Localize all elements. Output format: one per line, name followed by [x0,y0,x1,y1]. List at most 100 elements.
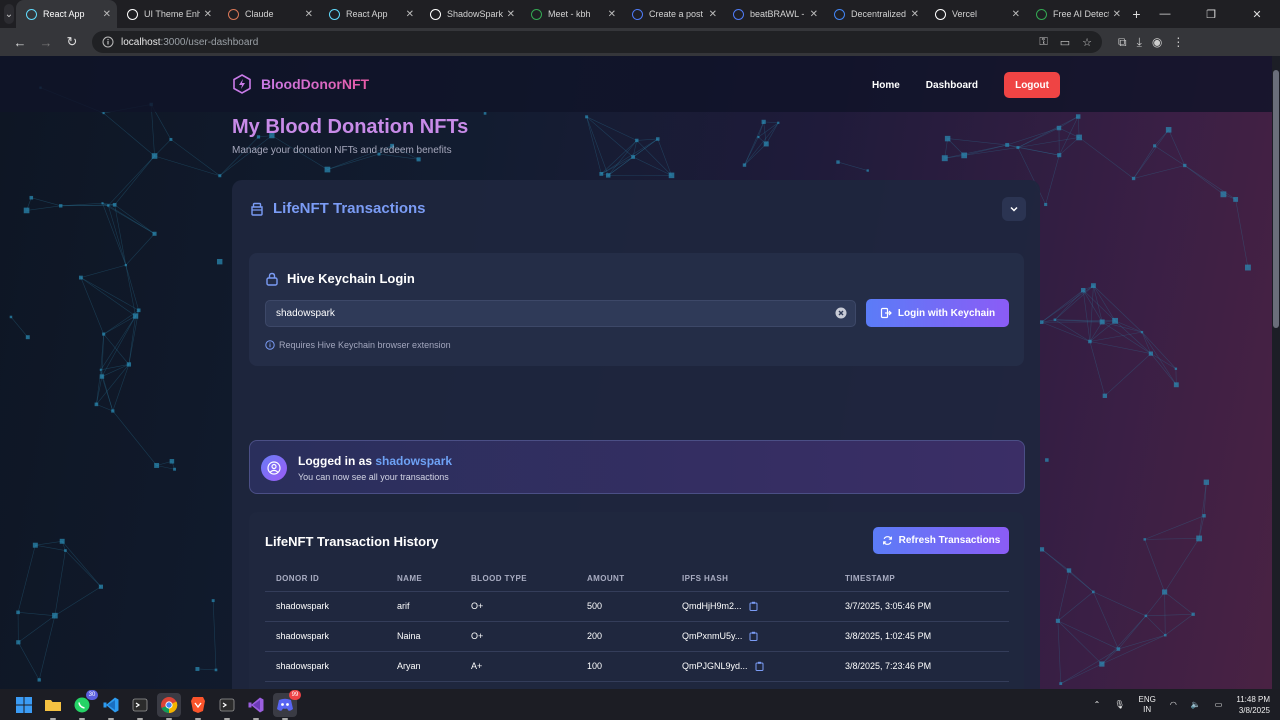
column-header-blood-type[interactable]: BLOOD TYPE [460,567,576,591]
browser-tab[interactable]: Free AI Detect ✕ [1026,0,1127,28]
close-tab-icon[interactable]: ✕ [608,9,616,20]
column-header-amount[interactable]: AMOUNT [576,567,671,591]
forward-button[interactable]: → [34,30,58,54]
column-header-ipfs-hash[interactable]: IPFS HASH [671,567,834,591]
page-scrollbar[interactable] [1272,56,1280,689]
network-node [112,202,117,207]
login-with-keychain-button[interactable]: Login with Keychain [866,299,1009,327]
close-tab-icon[interactable]: ✕ [406,9,414,20]
browser-tab[interactable]: ShadowSpark2 ✕ [420,0,521,28]
collapse-button[interactable] [1002,197,1026,221]
taskbar-whatsapp[interactable]: 30 [70,689,98,720]
copy-clipboard-icon[interactable] [749,601,758,612]
extensions-puzzle-icon[interactable]: ⧉ [1118,35,1127,50]
clear-input-icon[interactable] [835,307,847,319]
copy-clipboard-icon[interactable] [755,661,764,672]
brand[interactable]: BloodDonorNFT [232,74,369,94]
network-line [1150,353,1177,385]
new-tab-button[interactable]: + [1131,3,1142,25]
minimize-button[interactable]: — [1142,0,1188,28]
tab-search-button[interactable]: ⌄ [4,4,14,24]
cast-icon[interactable]: ▭ [1060,36,1070,49]
browser-tab[interactable]: UI Theme Enha ✕ [117,0,218,28]
network-node [1102,393,1108,398]
volume-icon[interactable]: 🔈 [1191,700,1201,709]
system-clock[interactable]: 11:48 PM 3/8/2025 [1236,694,1270,716]
table-row: shadowsparkAryanA+100Qmb3PVzQSt...3/8/20… [265,680,1009,689]
network-node [1092,590,1095,594]
cell-text: 3/8/2025, 7:23:46 PM [845,661,932,671]
browser-tab[interactable]: Meet - kbh ✕ [521,0,622,28]
browser-tab[interactable]: Claude ✕ [218,0,319,28]
cell-ipfs-hash: QmPJGNL9yd... [671,650,834,681]
browser-tab[interactable]: React App ✕ [319,0,420,28]
username-input[interactable] [265,300,856,327]
bookmark-star-icon[interactable]: ☆ [1082,36,1092,49]
network-line [1058,127,1080,138]
browser-tab[interactable]: Decentralized I ✕ [824,0,925,28]
taskbar-chrome[interactable] [157,692,181,720]
network-line [108,155,155,206]
network-node [1202,514,1206,518]
cell-name: arif [386,590,460,621]
cell-text: 3/7/2025, 3:05:46 PM [845,601,932,611]
browser-tab[interactable]: Create a post ✕ [622,0,723,28]
browser-tab[interactable]: React App ✕ [16,0,117,28]
column-header-donor-id[interactable]: DONOR ID [265,567,386,591]
network-line [102,203,127,266]
nav-link-home[interactable]: Home [872,80,900,91]
network-line [125,265,139,311]
network-line [601,156,634,175]
network-node [1059,682,1063,686]
back-button[interactable]: ← [8,30,32,54]
close-tab-icon[interactable]: ✕ [810,9,818,20]
close-window-button[interactable]: ✕ [1234,0,1280,28]
refresh-transactions-button[interactable]: Refresh Transactions [873,527,1009,554]
taskbar-terminal[interactable] [128,693,152,720]
address-bar[interactable]: localhost:3000/user-dashboard ⚿ ▭ ☆ [92,31,1102,53]
browser-tab[interactable]: beatBRAWL - A ✕ [723,0,824,28]
microphone-icon[interactable]: 🎙 [1114,700,1124,709]
start-button[interactable] [12,693,36,717]
copy-clipboard-icon[interactable] [749,631,758,642]
nav-link-dashboard[interactable]: Dashboard [926,80,978,91]
taskbar-vscode[interactable] [99,693,123,720]
network-line [1150,353,1177,370]
network-line [1041,285,1094,323]
close-tab-icon[interactable]: ✕ [103,9,111,20]
close-tab-icon[interactable]: ✕ [204,9,212,20]
browser-tab[interactable]: Vercel ✕ [925,0,1026,28]
network-node [152,231,157,236]
column-header-name[interactable]: NAME [386,567,460,591]
cell-amount: 100 [576,650,671,681]
language-indicator[interactable]: ENG IN [1138,695,1155,715]
wifi-icon[interactable]: ◠ [1170,700,1177,709]
taskbar-discord[interactable]: 99 [273,689,301,720]
taskbar-terminal-2[interactable] [215,693,239,720]
scrollbar-thumb[interactable] [1273,70,1279,328]
taskbar-visual-studio[interactable] [244,693,268,720]
close-tab-icon[interactable]: ✕ [305,9,313,20]
password-key-icon[interactable]: ⚿ [1039,36,1047,49]
close-tab-icon[interactable]: ✕ [507,9,515,20]
profile-avatar-icon[interactable]: ◉ [1152,35,1162,49]
download-icon[interactable]: ⤓ [1137,35,1142,50]
logout-button[interactable]: Logout [1004,72,1061,98]
network-node [1174,367,1178,370]
restore-button[interactable]: ❐ [1188,0,1234,28]
reload-button[interactable]: ↻ [60,30,84,54]
close-tab-icon[interactable]: ✕ [1012,9,1020,20]
battery-icon[interactable]: ▭ [1215,700,1223,709]
network-line [1133,145,1155,179]
network-node [52,612,58,619]
column-header-timestamp[interactable]: TIMESTAMP [834,567,1009,591]
taskbar-file-explorer[interactable] [41,693,65,720]
site-info-icon[interactable] [102,36,114,48]
browser-menu-icon[interactable]: ⋮ [1172,35,1184,49]
close-tab-icon[interactable]: ✕ [911,9,919,20]
close-tab-icon[interactable]: ✕ [1113,9,1121,20]
chevron-up-icon[interactable]: ⌃ [1094,700,1101,709]
taskbar-brave[interactable] [186,693,210,720]
network-node [763,141,769,147]
close-tab-icon[interactable]: ✕ [709,9,717,20]
